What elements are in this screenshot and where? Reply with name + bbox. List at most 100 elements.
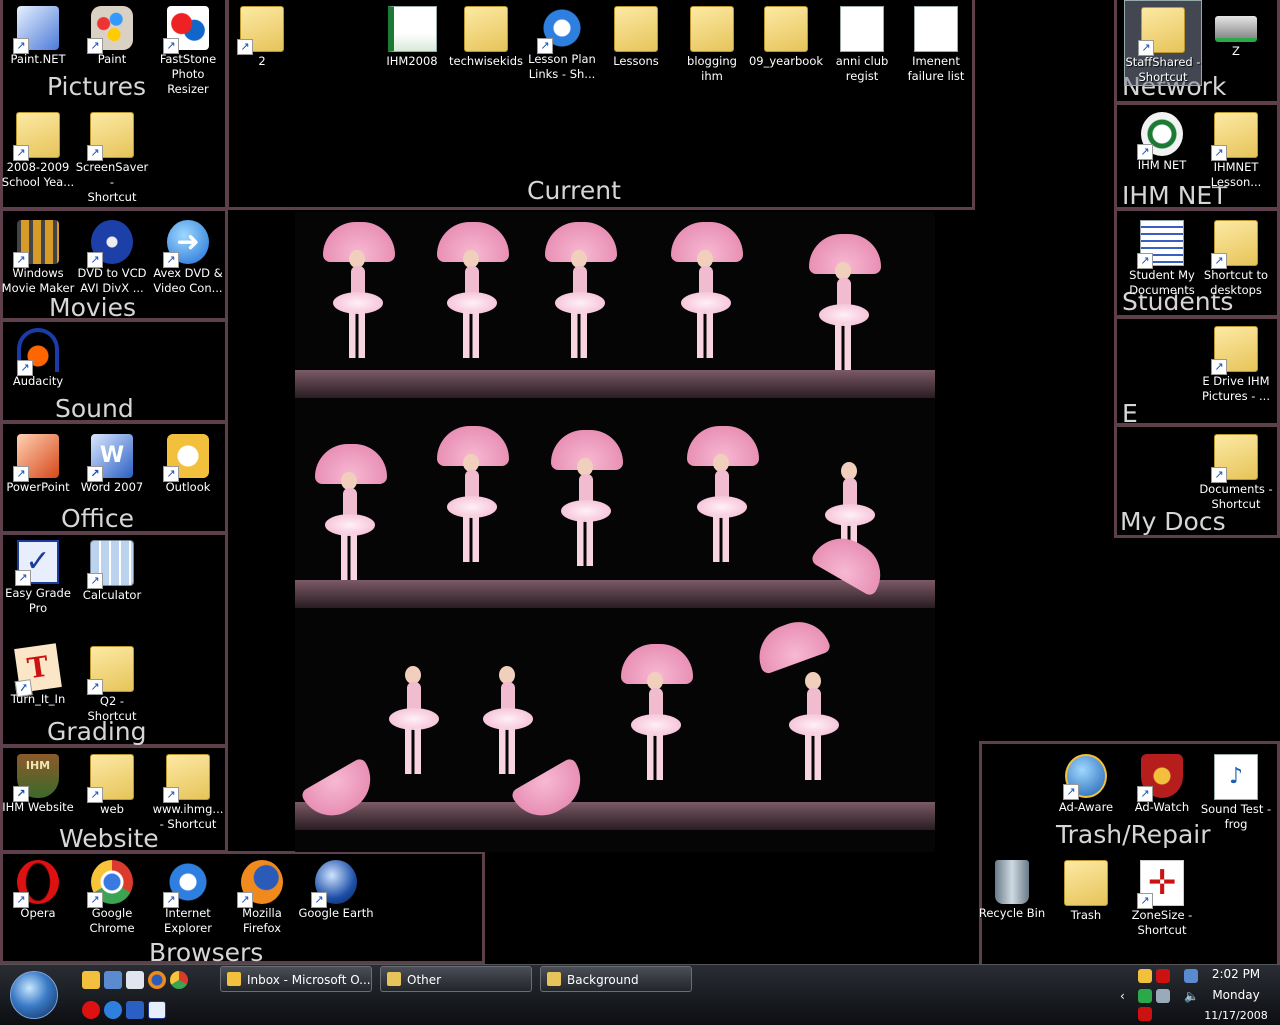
blogging-ihm-folder[interactable]: blogging ihm xyxy=(674,0,750,84)
icon-label: DVD to VCD xyxy=(77,266,147,280)
yearbook-folder[interactable]: 09_yearbook xyxy=(748,0,824,69)
windows-movie-maker-shortcut[interactable]: Windows Movie Maker xyxy=(0,214,76,296)
trash-folder[interactable]: Trash xyxy=(1048,854,1124,923)
e-drive-ihm-pictures-shortcut[interactable]: E Drive IHM Pictures - ... xyxy=(1198,320,1274,404)
dvd-to-vcd-shortcut[interactable]: DVD to VCD AVI DivX ... xyxy=(74,214,150,296)
anni-club-regist-file[interactable]: anni club regist xyxy=(824,0,900,84)
taskbar-button-label: Other xyxy=(407,973,442,987)
icon-label: Paint xyxy=(97,52,127,66)
word-2007-shortcut[interactable]: W Word 2007 xyxy=(74,428,150,495)
folder-icon xyxy=(387,972,401,986)
word-quicklaunch-icon[interactable] xyxy=(126,1001,144,1019)
icon-label: - Shortcut xyxy=(159,817,217,831)
z-network-drive[interactable]: Z xyxy=(1198,0,1274,59)
ad-aware-icon xyxy=(1063,754,1107,800)
ad-watch-shortcut[interactable]: Ad-Watch xyxy=(1124,748,1200,815)
calculator-shortcut[interactable]: Calculator xyxy=(74,534,150,603)
folder-icon xyxy=(614,6,658,52)
recycle-bin[interactable]: Recycle Bin xyxy=(974,854,1050,921)
q2-shortcut[interactable]: Q2 - Shortcut xyxy=(74,640,150,724)
ihm2008-file[interactable]: IHM2008 xyxy=(374,0,450,69)
icon-label: Lesson Plan xyxy=(528,52,596,66)
fence-title-mydocs: My Docs xyxy=(1120,507,1226,536)
folder-icon xyxy=(464,6,508,52)
icon-label: Documents - xyxy=(1199,482,1273,496)
www-ihm-shortcut[interactable]: www.ihmg... - Shortcut xyxy=(150,748,226,832)
internet-explorer-shortcut[interactable]: Internet Explorer xyxy=(150,854,226,936)
ihm-website-shortcut[interactable]: IHM IHM Website xyxy=(0,748,76,815)
staffshared-shortcut[interactable]: StaffShared - Shortcut xyxy=(1124,0,1202,86)
outlook-icon xyxy=(227,972,241,986)
lessons-folder[interactable]: Lessons xyxy=(598,0,674,69)
shortcut-to-desktops[interactable]: Shortcut to desktops xyxy=(1198,214,1274,298)
techwisekids-folder[interactable]: techwisekids xyxy=(448,0,524,69)
school-year-folder[interactable]: 2008-2009 School Yea... xyxy=(0,106,76,190)
text-document-icon xyxy=(914,6,958,52)
web-folder[interactable]: web xyxy=(74,748,150,817)
icon-label: Q2 - Shortcut xyxy=(87,694,137,723)
taskbar-button-other[interactable]: Other xyxy=(380,966,532,992)
outlook-shortcut[interactable]: Outlook xyxy=(150,428,226,495)
turnitin-icon: T xyxy=(14,643,62,693)
taskbar-button-inbox[interactable]: Inbox - Microsoft O... xyxy=(220,966,372,992)
lesson-plan-links-shortcut[interactable]: Lesson Plan Links - Sh... xyxy=(524,0,600,82)
icon-label: Shortcut xyxy=(87,190,137,204)
chevron-left-icon[interactable]: ‹ xyxy=(1120,989,1130,1003)
taskbar-button-label: Inbox - Microsoft O... xyxy=(247,973,371,987)
icon-label: www.ihmg... xyxy=(152,802,224,816)
document-grid-icon xyxy=(1137,220,1184,269)
checkmark-icon: ✓ xyxy=(15,540,59,586)
powerpoint-shortcut[interactable]: PowerPoint xyxy=(0,428,76,495)
opera-quicklaunch-icon[interactable] xyxy=(82,1001,100,1019)
powerpoint-icon xyxy=(13,434,59,482)
excel-document-icon xyxy=(387,6,437,52)
mail-tray-icon[interactable] xyxy=(1138,1007,1152,1021)
icon-label: Movie Maker xyxy=(1,281,75,295)
mozilla-firefox-shortcut[interactable]: Mozilla Firefox xyxy=(224,854,300,936)
sound-test-frog-file[interactable]: ♪ Sound Test - frog xyxy=(1198,748,1274,832)
ad-aware-shortcut[interactable]: Ad-Aware xyxy=(1048,748,1124,815)
zonesize-shortcut[interactable]: ✛ ZoneSize - Shortcut xyxy=(1124,854,1200,938)
icon-label: Audacity xyxy=(12,374,64,388)
security-tray-icon[interactable] xyxy=(1138,989,1152,1003)
student-my-documents-shortcut[interactable]: Student My Documents xyxy=(1124,214,1200,298)
calculator-icon xyxy=(87,540,134,589)
icon-label: Shortcut to xyxy=(1203,268,1269,282)
outlook-quicklaunch-icon[interactable] xyxy=(82,971,100,989)
icon-label: Student My xyxy=(1129,268,1195,282)
screensaver-shortcut[interactable]: ScreenSaver - Shortcut xyxy=(74,106,150,205)
google-earth-shortcut[interactable]: Google Earth xyxy=(298,854,374,921)
start-button[interactable] xyxy=(10,971,58,1019)
icon-label: Documents xyxy=(1129,283,1195,297)
avex-dvd-shortcut[interactable]: ➜ Avex DVD & Video Con... xyxy=(150,214,226,296)
turn-it-in-shortcut[interactable]: T Turn_It_In xyxy=(0,640,76,707)
outlook-tray-icon[interactable] xyxy=(1138,969,1152,983)
folder-icon xyxy=(1211,112,1258,161)
ie-quicklaunch-icon[interactable] xyxy=(104,1001,122,1019)
paintnet-shortcut[interactable]: Paint.NET xyxy=(0,0,76,67)
calendar-quicklaunch-icon[interactable] xyxy=(126,971,144,989)
chrome-quicklaunch-icon[interactable] xyxy=(170,971,188,989)
documents-shortcut[interactable]: Documents - Shortcut xyxy=(1198,428,1274,512)
fence-title-sound: Sound xyxy=(55,394,134,423)
ihmnet-lesson-shortcut[interactable]: IHMNET Lesson... xyxy=(1198,106,1274,190)
easygrade-quicklaunch-icon[interactable] xyxy=(148,1001,166,1019)
flag-tray-icon[interactable] xyxy=(1156,969,1170,983)
firefox-quicklaunch-icon[interactable] xyxy=(148,971,166,989)
audacity-shortcut[interactable]: Audacity xyxy=(0,322,76,389)
clock-time[interactable]: 2:02 PM xyxy=(1196,967,1276,981)
ihm-net-shortcut[interactable]: IHM NET xyxy=(1124,106,1200,173)
easy-grade-pro-shortcut[interactable]: ✓ Easy Grade Pro xyxy=(0,534,76,616)
monitor-tray-icon[interactable] xyxy=(1156,989,1170,1003)
taskbar-button-background[interactable]: Background xyxy=(540,966,692,992)
opera-shortcut[interactable]: Opera xyxy=(0,854,76,921)
icon-label: Shortcut xyxy=(1137,923,1187,937)
show-desktop-icon[interactable] xyxy=(104,971,122,989)
icon-label: anni club xyxy=(835,54,889,68)
fence-title-e: E xyxy=(1122,399,1138,428)
imenent-failure-list-file[interactable]: Imenent failure list xyxy=(898,0,974,84)
paint-shortcut[interactable]: Paint xyxy=(74,0,150,67)
faststone-shortcut[interactable]: FastStone Photo Resizer xyxy=(150,0,226,97)
google-chrome-shortcut[interactable]: Google Chrome xyxy=(74,854,150,936)
file-2[interactable]: 2 xyxy=(224,0,300,69)
